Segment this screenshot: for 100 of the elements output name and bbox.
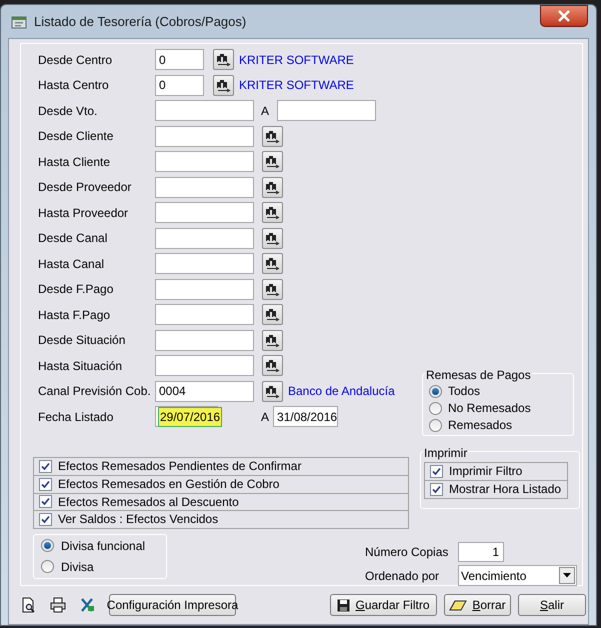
- binoculars-icon: [265, 180, 280, 194]
- field-label: Hasta Cliente: [38, 154, 112, 171]
- radio-button[interactable]: [429, 384, 442, 398]
- option-label: No Remesados: [448, 400, 531, 417]
- radio-button[interactable]: [429, 418, 442, 432]
- option-label: Imprimir Filtro: [449, 463, 522, 480]
- action-button[interactable]: Guardar Filtro: [330, 594, 437, 616]
- input-field[interactable]: [155, 151, 254, 172]
- option-label: Remesados: [448, 417, 512, 434]
- checkbox[interactable]: [39, 495, 52, 508]
- lookup-button[interactable]: [262, 202, 283, 224]
- binoculars-icon: [265, 334, 280, 347]
- lookup-button[interactable]: [213, 74, 234, 96]
- input-field[interactable]: 31/08/2016: [273, 406, 338, 428]
- field-label: Desde F.Pago: [38, 281, 114, 298]
- binoculars-icon: [216, 78, 231, 92]
- binoculars-icon: [265, 257, 280, 270]
- field-label: Desde Canal: [38, 230, 108, 248]
- input-field[interactable]: [155, 304, 254, 326]
- binoculars-icon: [265, 359, 280, 372]
- input-field[interactable]: 0: [155, 74, 204, 96]
- lookup-button[interactable]: [262, 126, 283, 147]
- binoculars-icon: [265, 155, 280, 168]
- binoculars-icon: [265, 308, 280, 322]
- checkbox[interactable]: [39, 460, 52, 473]
- spreadsheet-icon[interactable]: [79, 597, 95, 613]
- preview-icon[interactable]: [21, 597, 37, 613]
- field-label: Desde Cliente: [38, 128, 114, 146]
- input-field[interactable]: [155, 100, 254, 122]
- field-label: Desde Centro: [38, 52, 114, 69]
- input-field[interactable]: 0004: [155, 380, 254, 402]
- separator-label: A: [261, 408, 270, 426]
- field-label: Fecha Listado: [38, 408, 114, 426]
- input-field[interactable]: [155, 228, 254, 249]
- binoculars-icon: [265, 282, 280, 296]
- window-title: Listado de Tesorería (Cobros/Pagos): [34, 12, 246, 31]
- input-field[interactable]: [155, 278, 254, 300]
- close-button[interactable]: [540, 5, 588, 27]
- binoculars-icon: [265, 384, 280, 398]
- dropdown[interactable]: Vencimiento: [458, 565, 577, 586]
- checkbox[interactable]: [39, 478, 52, 491]
- checkbox[interactable]: [430, 482, 443, 496]
- lookup-button[interactable]: [262, 304, 283, 326]
- close-icon: [557, 10, 571, 22]
- binoculars-icon: [265, 206, 280, 220]
- input-field[interactable]: [155, 355, 254, 376]
- field-label: Hasta Centro: [38, 77, 110, 94]
- input-field[interactable]: [155, 176, 254, 198]
- checkbox[interactable]: [430, 464, 443, 478]
- option-label: Mostrar Hora Listado: [449, 481, 562, 498]
- eraser-icon: [449, 600, 468, 610]
- field-label: Hasta Canal: [38, 256, 106, 273]
- input-field[interactable]: [155, 126, 254, 147]
- lookup-button[interactable]: [262, 228, 283, 249]
- field-label: Desde Vto.: [38, 102, 98, 120]
- lookup-button[interactable]: [262, 380, 283, 402]
- input-field[interactable]: [277, 100, 376, 122]
- input-field[interactable]: 0: [155, 49, 204, 70]
- lookup-button[interactable]: [262, 278, 283, 300]
- option-label: Efectos Remesados Pendientes de Confirmar: [58, 458, 302, 476]
- field-label: Ordenado por: [365, 568, 440, 584]
- binoculars-icon: [265, 232, 280, 245]
- radio-button[interactable]: [429, 402, 442, 414]
- input-field[interactable]: [155, 330, 254, 351]
- lookup-button[interactable]: [262, 176, 283, 198]
- binoculars-icon: [265, 130, 280, 143]
- description-link[interactable]: KRITER SOFTWARE: [239, 50, 354, 69]
- field-label: Desde Situación: [38, 332, 126, 350]
- action-button[interactable]: Configuración Impresora: [109, 594, 236, 616]
- action-button[interactable]: Borrar: [444, 594, 511, 616]
- lookup-button[interactable]: [262, 355, 283, 376]
- binoculars-icon: [216, 53, 231, 66]
- window-icon: [11, 14, 27, 28]
- option-label: Todos: [448, 383, 480, 400]
- field-label: Hasta Situación: [38, 358, 124, 375]
- lookup-button[interactable]: [262, 253, 283, 274]
- radio-button[interactable]: [41, 539, 54, 552]
- option-label: Efectos Remesados en Gestión de Cobro: [58, 476, 280, 494]
- lookup-button[interactable]: [213, 49, 234, 70]
- field-label: Hasta Proveedor: [38, 204, 130, 222]
- option-label: Efectos Remesados al Descuento: [58, 494, 239, 511]
- action-button[interactable]: Salir: [518, 594, 586, 616]
- lookup-button[interactable]: [262, 151, 283, 172]
- input-field[interactable]: 1: [458, 542, 504, 562]
- input-field[interactable]: [155, 202, 254, 224]
- printer-icon[interactable]: [50, 597, 66, 613]
- option-label: Ver Saldos : Efectos Vencidos: [58, 511, 218, 528]
- option-label: Divisa: [61, 558, 94, 576]
- separator-label: A: [261, 102, 270, 120]
- field-label: Hasta F.Pago: [38, 306, 112, 324]
- description-link[interactable]: Banco de Andalucía: [288, 382, 395, 400]
- checkbox[interactable]: [39, 512, 52, 526]
- radio-button[interactable]: [41, 560, 54, 573]
- input-field[interactable]: [155, 253, 254, 274]
- option-label: Divisa funcional: [61, 538, 146, 554]
- lookup-button[interactable]: [262, 330, 283, 351]
- field-label: Canal Previsión Cob.: [38, 383, 152, 400]
- description-link[interactable]: KRITER SOFTWARE: [239, 76, 354, 94]
- field-label: Número Copias: [365, 544, 450, 561]
- field-label: Desde Proveedor: [38, 179, 132, 196]
